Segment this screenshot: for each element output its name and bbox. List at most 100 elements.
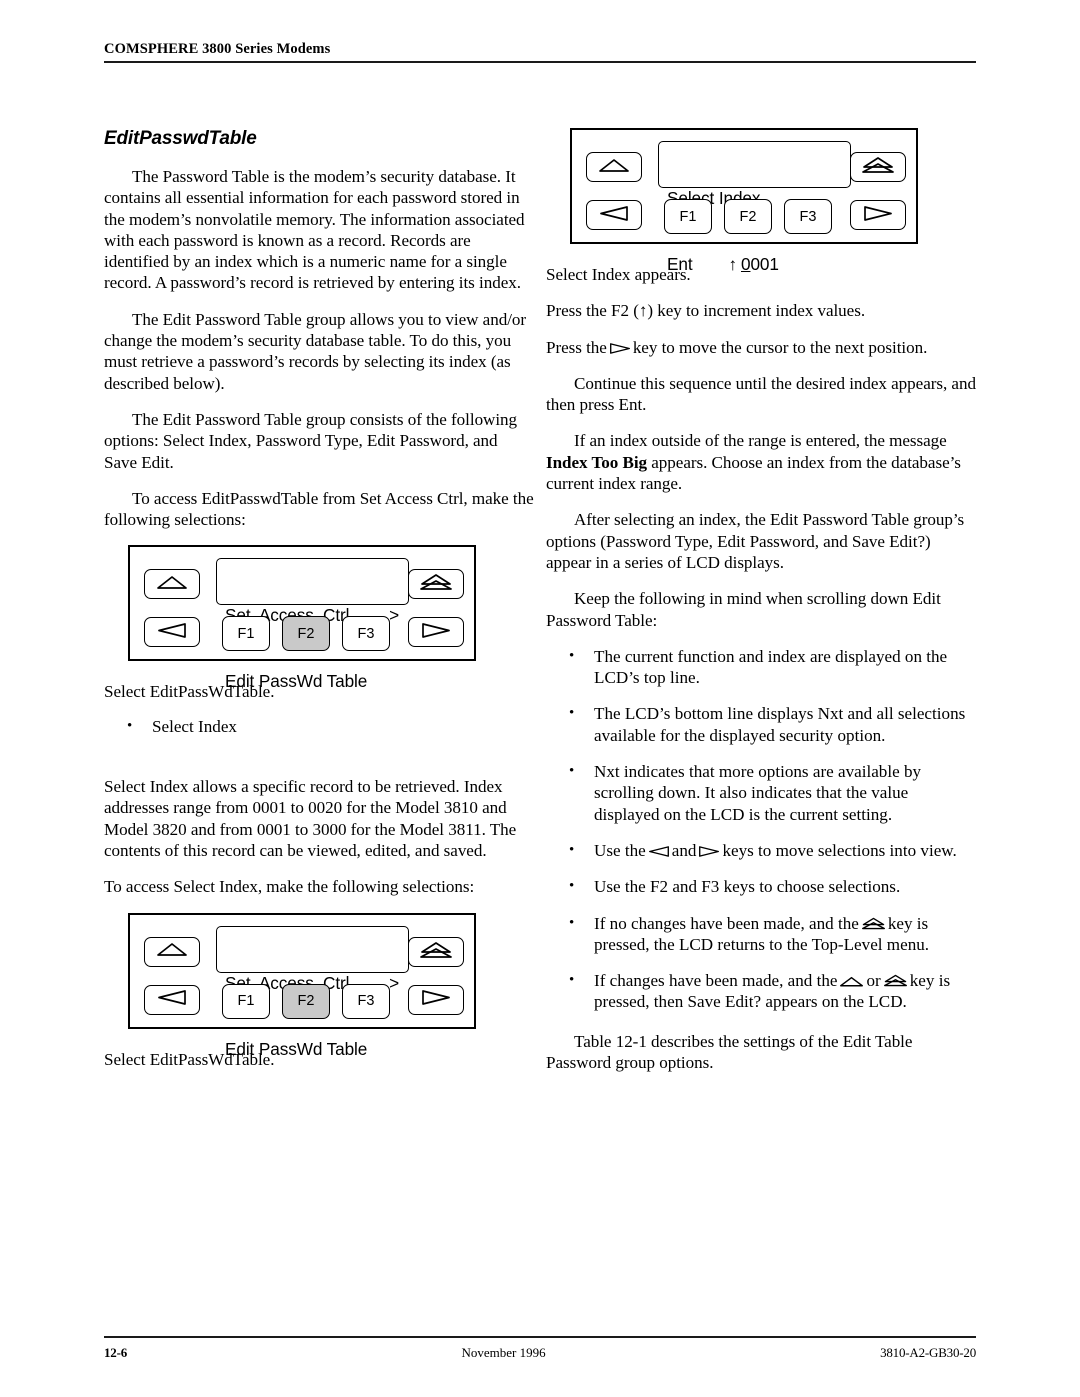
index-too-big-message: Index Too Big xyxy=(546,452,648,472)
paragraph-password-table-intro: The Password Table is the modem’s securi… xyxy=(104,167,525,293)
lcd-display: Set Access Ctrl > Edit PassWd Table xyxy=(216,558,409,691)
footer-page-number: 12-6 xyxy=(104,1345,128,1360)
lcd-display: Select Index Ent ↑ 0 001 xyxy=(658,141,851,274)
lcd-increment-arrow-icon: ↑ xyxy=(728,254,738,274)
up-arrow-key[interactable] xyxy=(144,569,200,600)
lcd-line-2: Ent ↑ 0 001 xyxy=(667,253,850,275)
press-right-text-b: key to move the cursor to the next posit… xyxy=(632,337,928,357)
bullet-dot-icon: • xyxy=(569,914,575,931)
f1-key-label: F1 xyxy=(237,625,255,642)
triangle-up-icon xyxy=(157,576,187,593)
figure-select-index: Select Index Ent ↑ 0 001 F1 F2 F3 xyxy=(546,128,976,274)
page-title: EditPasswdTable xyxy=(104,128,257,149)
top-level-double-triangle-icon xyxy=(862,157,894,177)
top-level-double-triangle-icon xyxy=(420,941,452,962)
footer-row: 12-6 November 1996 3810-A2-GB30-20 xyxy=(104,1345,976,1361)
up-arrow-key[interactable] xyxy=(144,936,200,967)
list-item: • If changes have been made, and the or ke… xyxy=(546,970,976,1013)
list-item: • If no changes have been made, and the k… xyxy=(546,913,976,956)
left-arrow-key[interactable] xyxy=(586,200,642,230)
page-footer: 12-6 November 1996 3810-A2-GB30-20 xyxy=(104,1336,976,1361)
triangle-up-icon xyxy=(599,158,629,176)
paragraph-keep-in-mind: Keep the following in mind when scrollin… xyxy=(546,589,941,630)
list-item-label-and: and xyxy=(671,840,697,860)
f3-key[interactable]: F3 xyxy=(342,983,390,1019)
left-arrow-key[interactable] xyxy=(144,617,200,648)
f2-key-label: F2 xyxy=(739,208,757,225)
right-arrow-key[interactable] xyxy=(408,617,464,648)
triangle-up-icon xyxy=(157,943,187,960)
up-arrow-key[interactable] xyxy=(586,152,642,182)
top-level-key[interactable] xyxy=(850,152,906,182)
top-level-key[interactable] xyxy=(408,569,464,600)
paragraph-table-reference: Table 12-1 describes the settings of the… xyxy=(546,1031,913,1073)
list-item-label-b: keys to move selections into view. xyxy=(722,840,957,860)
running-head-title: COMSPHERE 3800 Series Modems xyxy=(104,41,331,57)
list-item-label-or: or xyxy=(866,971,881,991)
triangle-right-icon xyxy=(422,990,450,1009)
modem-faceplate-panel: Select Index Ent ↑ 0 001 F1 F2 F3 xyxy=(570,128,918,274)
f2-key[interactable]: F2 xyxy=(282,616,330,652)
paragraph-select-index-description: Select Index allows a specific record to… xyxy=(104,777,517,860)
figure-set-access-ctrl-1: Set Access Ctrl > Edit PassWd Table F1 F… xyxy=(104,545,534,691)
triangle-right-icon xyxy=(864,205,892,225)
lcd-index-rest-digits: 001 xyxy=(750,254,779,274)
bullet-dot-icon: • xyxy=(569,705,575,722)
paragraph-continue-sequence: Continue this sequence until the desired… xyxy=(546,373,976,415)
bullet-list-scrolling-notes: • The current function and index are dis… xyxy=(546,646,976,1013)
triangle-right-icon xyxy=(422,623,450,642)
f2-key[interactable]: F2 xyxy=(724,199,772,234)
document-page: COMSPHERE 3800 Series Modems EditPasswdT… xyxy=(0,0,1080,1397)
f1-key[interactable]: F1 xyxy=(222,983,270,1019)
list-item-label: Use the F2 and F3 keys to choose selecti… xyxy=(594,877,901,897)
triangle-right-icon xyxy=(699,846,720,857)
f3-key-label: F3 xyxy=(357,993,375,1010)
running-head: COMSPHERE 3800 Series Modems xyxy=(104,40,976,63)
bullet-dot-icon: • xyxy=(569,972,575,989)
f1-key[interactable]: F1 xyxy=(222,616,270,652)
triangle-left-icon xyxy=(158,623,186,642)
footer-date: November 1996 xyxy=(461,1345,546,1360)
bullet-dot-icon: • xyxy=(569,878,575,895)
list-item: • Nxt indicates that more options are av… xyxy=(546,761,976,825)
bullet-dot-icon: • xyxy=(569,841,575,858)
bullet-list-select-index: • Select Index xyxy=(104,716,534,737)
left-arrow-key[interactable] xyxy=(144,984,200,1015)
f3-key[interactable]: F3 xyxy=(342,616,390,652)
footer-document-number: 3810-A2-GB30-20 xyxy=(880,1345,976,1360)
triangle-right-icon xyxy=(609,342,630,354)
f3-key-label: F3 xyxy=(357,625,375,642)
lcd-line-1-arrow: > xyxy=(389,972,399,993)
list-item-label: The current function and index are displ… xyxy=(594,646,948,688)
list-item-label-a: If no changes have been made, and the xyxy=(594,913,859,933)
top-level-key[interactable] xyxy=(408,936,464,967)
figure-set-access-ctrl-2: Set Access Ctrl > Edit PassWd Table F1 F… xyxy=(104,912,534,1059)
lcd-display: Set Access Ctrl > Edit PassWd Table xyxy=(216,925,409,1059)
paragraph-access-select-index: To access Select Index, make the followi… xyxy=(104,877,475,897)
right-arrow-key[interactable] xyxy=(850,200,906,230)
list-item-label-a: If changes have been made, and the xyxy=(594,971,838,991)
right-arrow-key[interactable] xyxy=(408,984,464,1015)
f2-key-label: F2 xyxy=(297,625,315,642)
modem-faceplate-panel: Set Access Ctrl > Edit PassWd Table F1 F… xyxy=(128,545,476,691)
paragraph-press-right-key: Press the key to move the cursor to the n… xyxy=(546,337,976,358)
footer-rule xyxy=(104,1336,976,1338)
lcd-line-2-text: Ent xyxy=(667,254,693,274)
top-level-double-triangle-icon xyxy=(883,974,907,987)
f1-key-label: F1 xyxy=(679,208,697,225)
triangle-left-icon xyxy=(600,205,628,225)
list-item: • Use the F2 and F3 keys to choose selec… xyxy=(546,876,976,897)
top-level-double-triangle-icon xyxy=(861,917,885,930)
press-f2-text-a: Press the F2 ( xyxy=(546,301,639,321)
f3-key[interactable]: F3 xyxy=(784,199,832,234)
list-item-label: Nxt indicates that more options are avai… xyxy=(594,762,922,824)
f1-key[interactable]: F1 xyxy=(664,199,712,234)
lcd-line-1-arrow: > xyxy=(389,605,399,626)
list-item-label: Select Index xyxy=(152,716,237,736)
header-rule xyxy=(104,61,976,63)
list-item-label: The LCD’s bottom line displays Nxt and a… xyxy=(594,704,966,745)
lcd-line-2: Edit PassWd Table xyxy=(225,670,408,692)
f1-key-label: F1 xyxy=(237,993,255,1010)
f2-key[interactable]: F2 xyxy=(282,983,330,1019)
list-item: • Use the and keys to move selections into… xyxy=(546,840,976,861)
